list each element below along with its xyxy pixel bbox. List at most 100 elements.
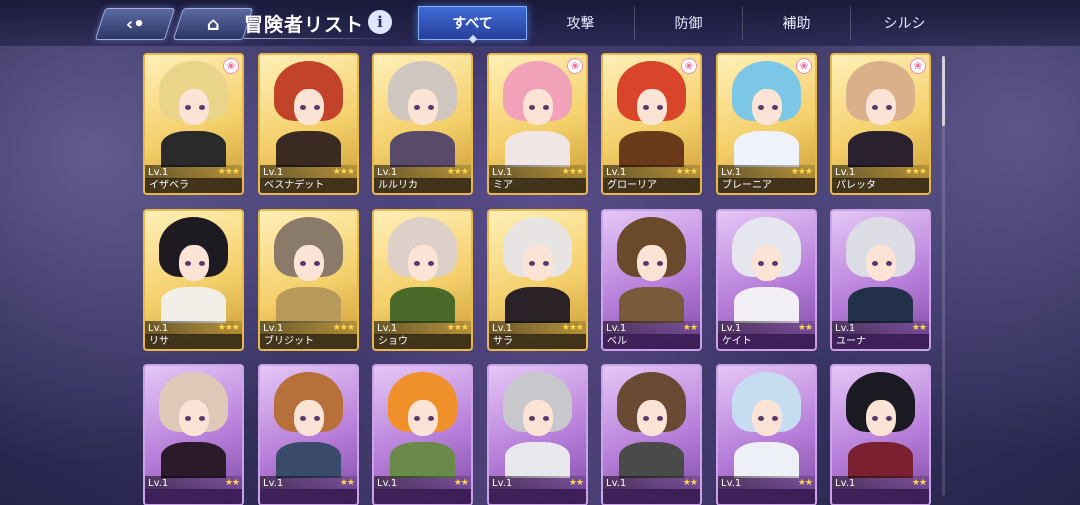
character-eye [872, 261, 878, 266]
character-name: サラ [489, 334, 586, 349]
character-name: ケイト [718, 334, 815, 349]
character-eye [643, 105, 649, 110]
scrollbar-thumb[interactable] [942, 56, 945, 126]
adventurer-card[interactable]: Lv.1 ★★★ リサ [143, 209, 244, 351]
character-eye [428, 261, 434, 266]
character-outfit [848, 442, 913, 478]
character-outfit [734, 287, 799, 323]
level-row: Lv.1 ★★ [603, 476, 700, 490]
character-eye [886, 416, 892, 421]
star-rating: ★★ [453, 478, 469, 488]
adventurer-card[interactable]: Lv.1 ★★★ サラ [487, 209, 588, 351]
adventurer-card[interactable]: ❀ Lv.1 ★★★ グローリア [601, 53, 702, 195]
adventurer-card[interactable]: Lv.1 ★★ [487, 364, 588, 505]
page-title: 冒険者リスト [244, 14, 365, 36]
adventurer-card[interactable]: Lv.1 ★★ ユーナ [830, 209, 931, 351]
character-eye [185, 261, 191, 266]
adventurer-card[interactable]: ❀ Lv.1 ★★★ イザベラ [143, 53, 244, 195]
character-name [832, 489, 929, 504]
back-button[interactable]: ‹• [94, 8, 176, 40]
level-row: Lv.1 ★★ [260, 476, 357, 490]
character-eye [529, 261, 535, 266]
adventurer-card[interactable]: Lv.1 ★★ [258, 364, 359, 505]
character-eye [772, 261, 778, 266]
paw-icon: ❀ [910, 58, 926, 74]
adventurer-grid: ❀ Lv.1 ★★★ イザベラ Lv.1 ★★★ ベスナデット Lv.1 ★★★ ルルリカ ❀ Lv.… [143, 53, 933, 505]
character-eye [529, 105, 535, 110]
tab-defense[interactable]: 防御 [635, 6, 743, 40]
character-outfit [505, 287, 570, 323]
adventurer-card[interactable]: Lv.1 ★★ ベル [601, 209, 702, 351]
character-name: ルルリカ [374, 178, 471, 193]
adventurer-card[interactable]: Lv.1 ★★ [716, 364, 817, 505]
character-eye [199, 261, 205, 266]
character-eye [772, 416, 778, 421]
tab-shirushi[interactable]: シルシ [851, 6, 958, 40]
level-label: Lv.1 [835, 322, 856, 334]
character-name: リサ [145, 334, 242, 349]
character-eye [543, 416, 549, 421]
adventurer-card[interactable]: ❀ Lv.1 ★★★ ミア [487, 53, 588, 195]
adventurer-card[interactable]: ❀ Lv.1 ★★★ パレッタ [830, 53, 931, 195]
adventurer-card[interactable]: Lv.1 ★★★ ブリジット [258, 209, 359, 351]
adventurer-card[interactable]: Lv.1 ★★ ケイト [716, 209, 817, 351]
home-button[interactable]: ⌂ [172, 8, 254, 40]
level-label: Lv.1 [377, 166, 398, 178]
paw-icon: ❀ [223, 58, 239, 74]
level-label: Lv.1 [263, 477, 284, 489]
character-outfit [734, 131, 799, 167]
character-name [718, 489, 815, 504]
star-rating: ★★ [682, 478, 698, 488]
adventurer-card[interactable]: ❀ Lv.1 ★★★ ブレーニア [716, 53, 817, 195]
character-name: ユーナ [832, 334, 929, 349]
level-label: Lv.1 [492, 322, 513, 334]
character-outfit [505, 131, 570, 167]
adventurer-card[interactable]: Lv.1 ★★★ ベスナデット [258, 53, 359, 195]
star-rating: ★★★ [904, 167, 927, 177]
star-rating: ★★★ [561, 167, 584, 177]
character-eye [529, 416, 535, 421]
adventurer-card[interactable]: Lv.1 ★★ [830, 364, 931, 505]
level-label: Lv.1 [263, 322, 284, 334]
adventurer-card[interactable]: Lv.1 ★★★ ルルリカ [372, 53, 473, 195]
character-eye [314, 416, 320, 421]
level-label: Lv.1 [148, 166, 169, 178]
star-rating: ★★★ [446, 167, 469, 177]
character-name: ベル [603, 334, 700, 349]
adventurer-card[interactable]: Lv.1 ★★★ ショウ [372, 209, 473, 351]
character-name [603, 489, 700, 504]
star-rating: ★★★ [217, 167, 240, 177]
adventurer-card[interactable]: Lv.1 ★★ [143, 364, 244, 505]
star-rating: ★★ [224, 478, 240, 488]
character-eye [657, 261, 663, 266]
tab-support[interactable]: 補助 [743, 6, 851, 40]
star-rating: ★★★ [332, 167, 355, 177]
star-rating: ★★ [911, 478, 927, 488]
character-outfit [390, 442, 455, 478]
character-eye [886, 261, 892, 266]
character-outfit [505, 442, 570, 478]
adventurer-card[interactable]: Lv.1 ★★ [601, 364, 702, 505]
character-eye [543, 105, 549, 110]
home-icon: ⌂ [206, 13, 220, 35]
tab-all[interactable]: すべて [418, 6, 527, 40]
character-outfit [848, 131, 913, 167]
info-button[interactable]: i [368, 10, 392, 34]
character-outfit [390, 131, 455, 167]
character-eye [414, 261, 420, 266]
level-row: Lv.1 ★★ [832, 476, 929, 490]
paw-icon: ❀ [681, 58, 697, 74]
top-bar: ‹• ⌂ 冒険者リスト i すべて 攻撃 防御 補助 シルシ [0, 0, 1080, 46]
character-name: パレッタ [832, 178, 929, 193]
character-name [145, 489, 242, 504]
filter-tabs: すべて 攻撃 防御 補助 シルシ [418, 6, 958, 40]
tab-attack[interactable]: 攻撃 [527, 6, 635, 40]
character-eye [772, 105, 778, 110]
character-name: ベスナデット [260, 178, 357, 193]
adventurer-card[interactable]: Lv.1 ★★ [372, 364, 473, 505]
star-rating: ★★ [682, 323, 698, 333]
character-eye [185, 416, 191, 421]
paw-icon: ❀ [796, 58, 812, 74]
level-row: Lv.1 ★★ [718, 476, 815, 490]
character-outfit [161, 287, 226, 323]
